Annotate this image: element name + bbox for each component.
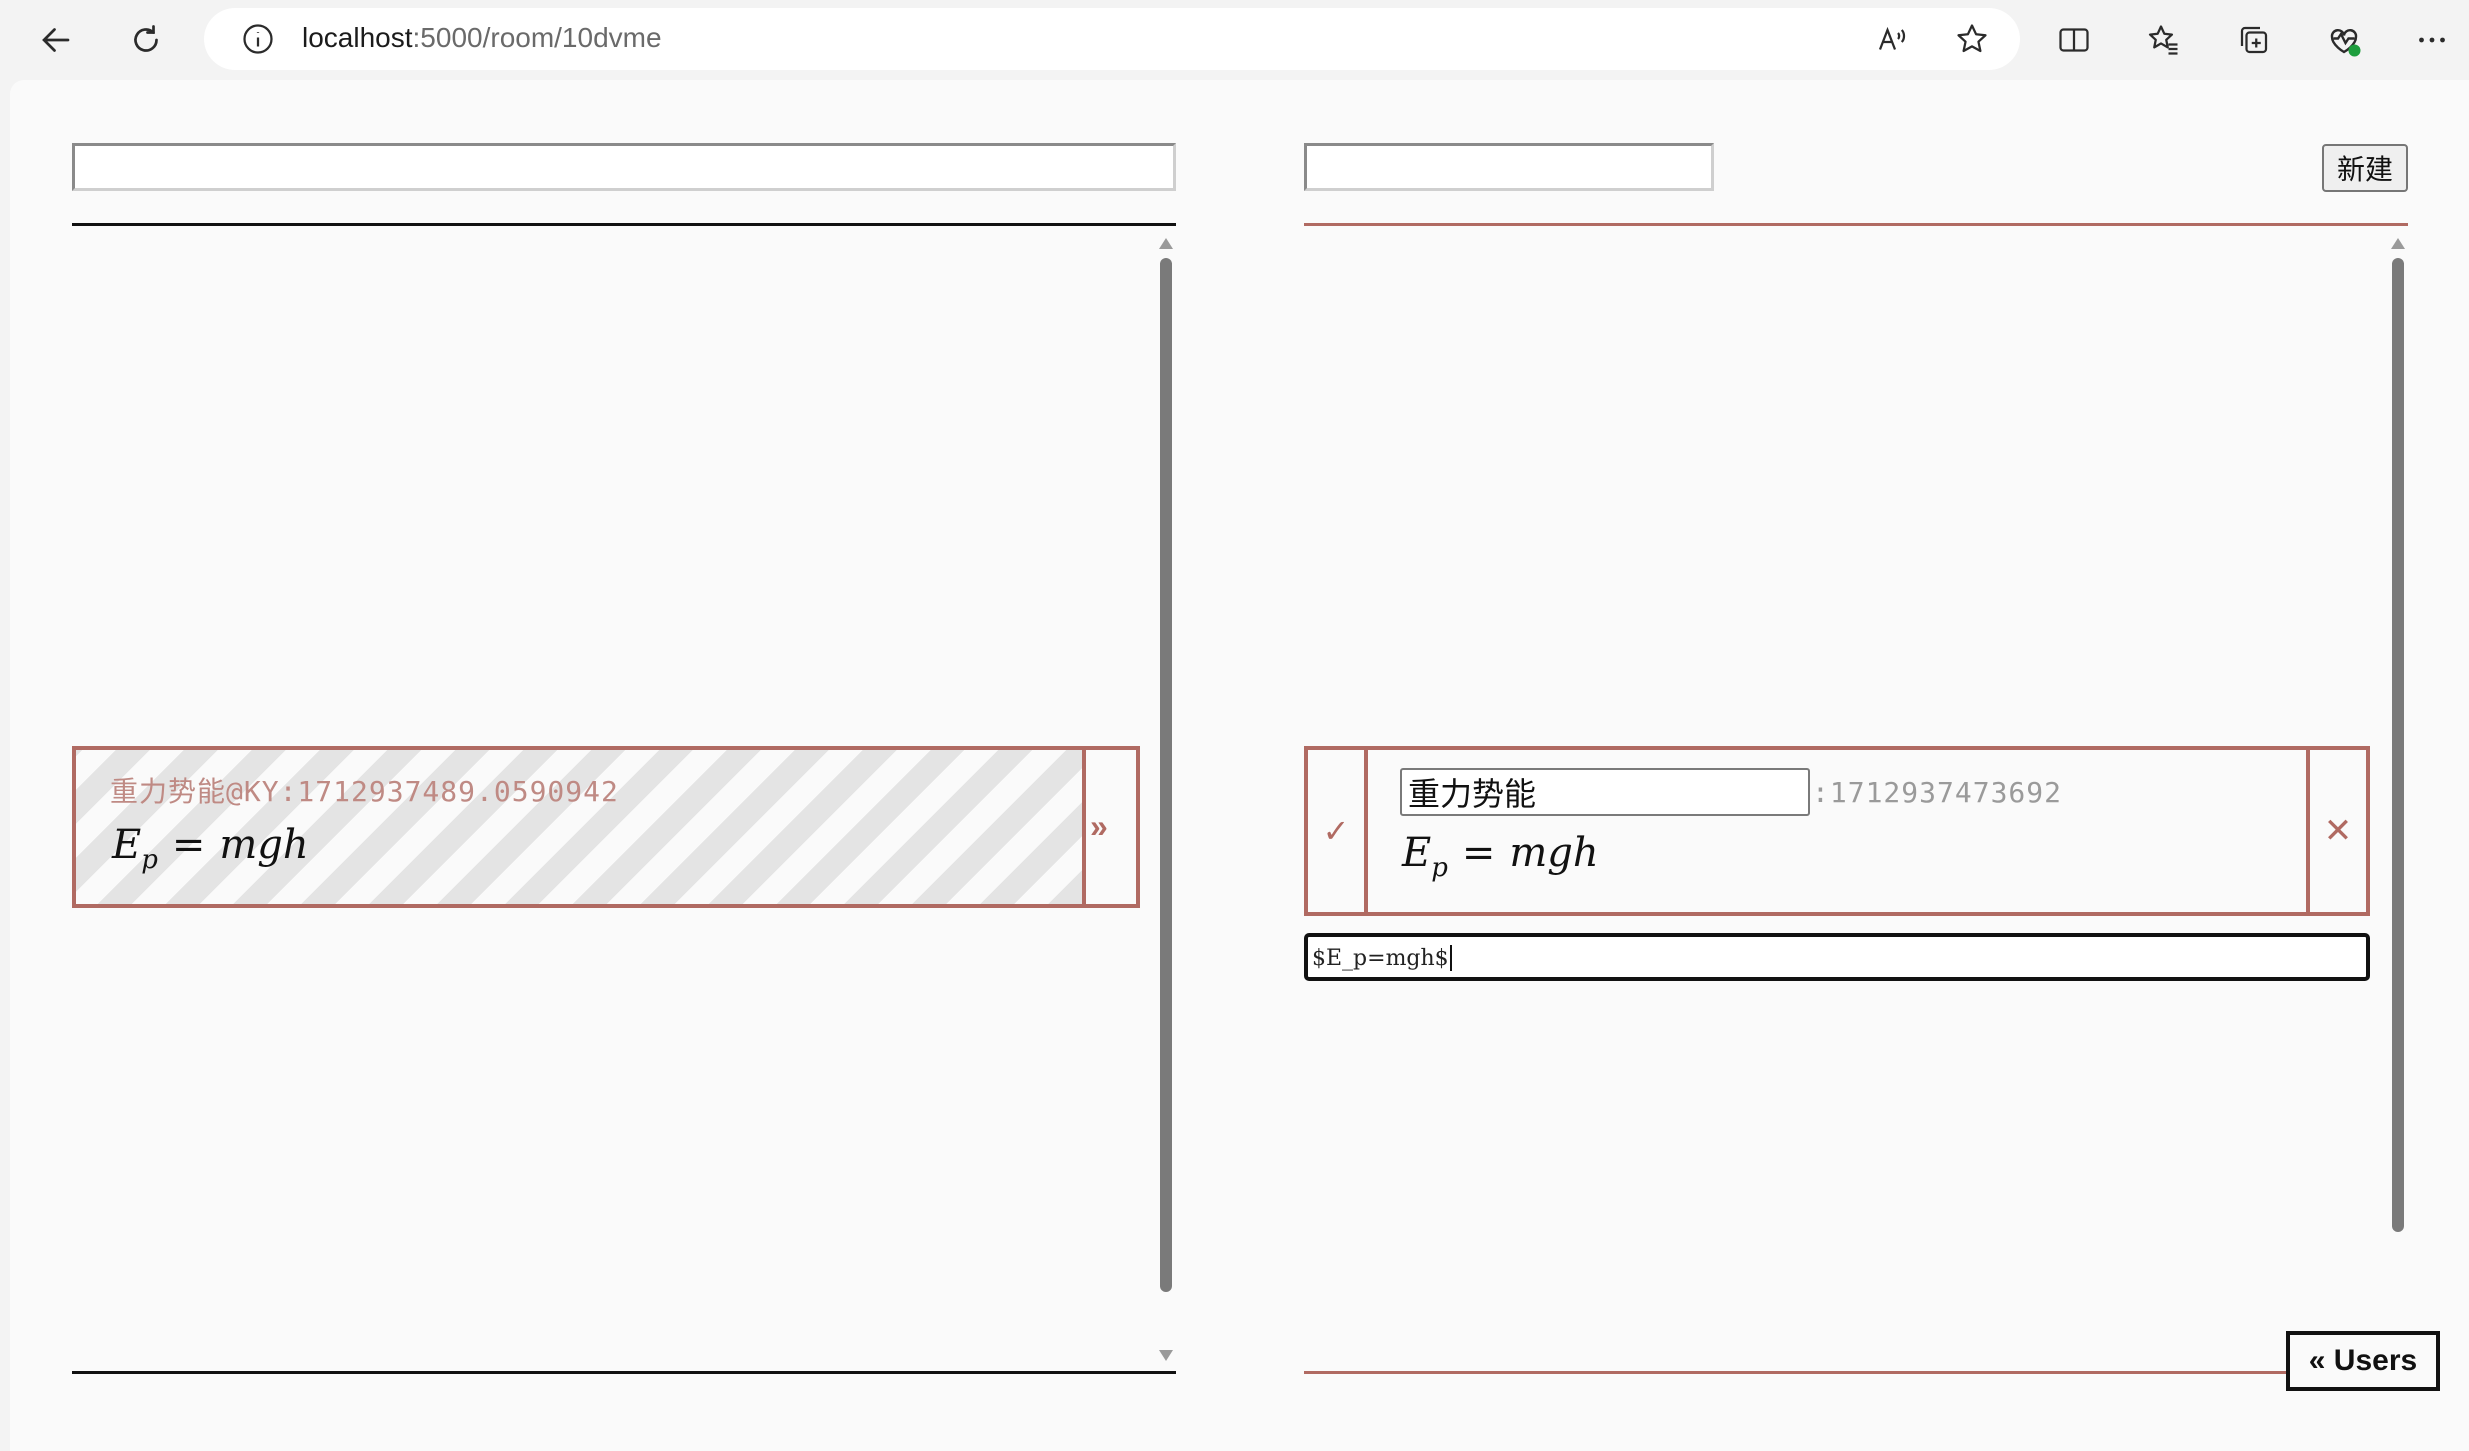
scroll-up-arrow-icon[interactable] [2391,238,2405,249]
back-icon[interactable] [30,16,82,64]
formula-base: E [1402,830,1432,876]
left-card-formula: Ep = mgh [112,822,309,875]
right-search-input[interactable] [1304,143,1714,191]
left-search-input[interactable] [72,143,1176,191]
right-top-divider [1304,223,2408,226]
right-edit-card: ✓ :1712937473692 Ep = mgh ✕ [1304,746,2370,916]
formula-eq: = [171,822,206,868]
users-toggle-button[interactable]: « Users [2286,1331,2440,1391]
left-scrollbar[interactable] [1159,238,1173,1368]
info-icon[interactable] [232,15,284,63]
left-scroll-thumb[interactable] [1160,258,1172,1292]
favorites-icon[interactable] [2138,16,2190,64]
formula-eq: = [1461,830,1496,876]
url-path: :5000/room/10dvme [412,22,662,53]
url-text[interactable]: localhost:5000/room/10dvme [302,22,662,54]
url-host: localhost [302,22,413,53]
left-card-body: 重力势能@KY:1712937489.0590942 Ep = mgh [76,750,1086,904]
right-scrollbar[interactable] [2391,238,2405,1232]
more-icon[interactable] [2406,16,2458,64]
right-card-formula: Ep = mgh [1402,830,1599,883]
send-arrow-button[interactable]: » [1090,808,1108,845]
text-caret [1449,945,1452,971]
browser-essentials-icon[interactable] [2318,16,2370,64]
left-card-meta: 重力势能@KY:1712937489.0590942 [110,775,619,808]
formula-rhs: mgh [219,822,309,868]
new-button[interactable]: 新建 [2322,144,2408,192]
right-bottom-divider [1304,1371,2288,1374]
left-top-divider [72,223,1176,226]
right-scroll-thumb[interactable] [2392,258,2404,1232]
formula-base: E [112,822,142,868]
formula-source-text: $E_p=mgh$ [1312,946,1449,971]
left-bottom-divider [72,1371,1176,1374]
browser-toolbar: localhost:5000/room/10dvme [0,0,2469,80]
left-formula-card: 重力势能@KY:1712937489.0590942 Ep = mgh » [72,746,1140,908]
refresh-icon[interactable] [120,16,172,64]
formula-source-input[interactable]: $E_p=mgh$ [1304,933,2370,981]
formula-rhs: mgh [1509,830,1599,876]
scroll-down-arrow-icon[interactable] [1159,1350,1173,1361]
collections-icon[interactable] [2228,16,2280,64]
formula-sub: p [141,845,158,875]
card-title-input[interactable] [1400,768,1810,816]
card-id-text: :1712937473692 [1812,776,2063,809]
formula-sub: p [1431,853,1448,883]
favorite-star-icon[interactable] [1946,15,1998,63]
split-screen-icon[interactable] [2048,16,2100,64]
scroll-up-arrow-icon[interactable] [1159,238,1173,249]
confirm-check-button[interactable]: ✓ [1308,750,1368,912]
close-button[interactable]: ✕ [2306,750,2366,912]
read-aloud-icon[interactable] [1866,15,1918,63]
address-bar[interactable]: localhost:5000/room/10dvme [204,8,2020,70]
